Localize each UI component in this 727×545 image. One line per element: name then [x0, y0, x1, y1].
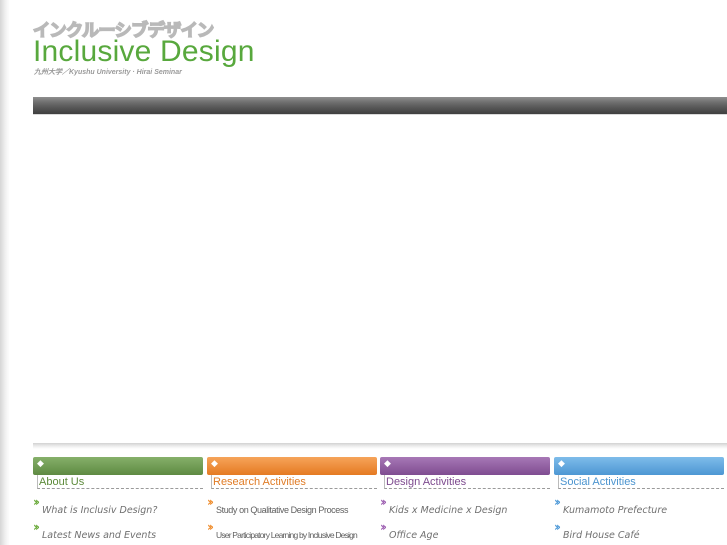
double-chevron-icon: ›› [33, 520, 40, 534]
link-label: Bird House Café [563, 530, 640, 541]
link-label: What is Inclusiv Design? [42, 505, 158, 516]
link-label: Latest News and Events [42, 530, 157, 541]
diamond-icon: ◆ [558, 459, 565, 469]
footer-link-kumamoto-prefecture[interactable]: ›› Kumamoto Prefecture [554, 495, 724, 519]
link-label: User Participatory Learning by Inclusive… [216, 530, 358, 540]
double-chevron-icon: ›› [380, 520, 387, 534]
double-chevron-icon: ›› [207, 520, 214, 534]
main-content-area [33, 115, 727, 443]
column-header-bar: ◆ [380, 457, 550, 475]
diamond-icon: ◆ [384, 459, 391, 469]
footer-column-social-activities: ◆ Social Activities ›› Kumamoto Prefectu… [554, 457, 724, 545]
footer-column-design-activities: ◆ Design Activities ›› Kids x Medicine x… [380, 457, 550, 545]
footer-column-about-us: ◆ About Us ›› What is Inclusiv Design? ›… [33, 457, 203, 545]
footer-column-research-activities: ◆ Research Activities ›› Study on Qualit… [207, 457, 377, 545]
double-chevron-icon: ›› [33, 495, 40, 509]
diamond-icon: ◆ [211, 459, 218, 469]
footer-link-office-age[interactable]: ›› Office Age [380, 520, 550, 544]
link-label: Office Age [389, 530, 439, 541]
double-chevron-icon: ›› [554, 520, 561, 534]
footer-link-qualitative-design-process[interactable]: ›› Study on Qualitative Design Process [207, 495, 377, 519]
column-header-bar: ◆ [207, 457, 377, 475]
logo-subtitle: 九州大学／Kyushu University · Hirai Seminar [34, 69, 182, 76]
link-label: Study on Qualitative Design Process [216, 505, 349, 515]
column-title-social-activities[interactable]: Social Activities [558, 475, 724, 489]
column-header-bar: ◆ [554, 457, 724, 475]
link-label: Kumamoto Prefecture [563, 505, 668, 516]
footer-link-user-participatory-learning[interactable]: ›› User Participatory Learning by Inclus… [207, 520, 377, 544]
footer-link-latest-news-and-events[interactable]: ›› Latest News and Events [33, 520, 203, 544]
column-title-about-us[interactable]: About Us [37, 475, 203, 489]
logo-title: Inclusive Design [33, 35, 255, 68]
column-title-research-activities[interactable]: Research Activities [211, 475, 377, 489]
page-left-shadow [0, 0, 10, 545]
footer-divider [33, 443, 727, 449]
double-chevron-icon: ›› [380, 495, 387, 509]
double-chevron-icon: ›› [554, 495, 561, 509]
footer-link-kids-medicine-design[interactable]: ›› Kids x Medicine x Design [380, 495, 550, 519]
column-title-design-activities[interactable]: Design Activities [384, 475, 550, 489]
global-nav-bar [33, 97, 727, 115]
double-chevron-icon: ›› [207, 495, 214, 509]
diamond-icon: ◆ [37, 459, 44, 469]
footer-link-what-is-inclusive-design[interactable]: ›› What is Inclusiv Design? [33, 495, 203, 519]
footer-link-bird-house-cafe[interactable]: ›› Bird House Café [554, 520, 724, 544]
link-label: Kids x Medicine x Design [389, 505, 508, 516]
column-header-bar: ◆ [33, 457, 203, 475]
